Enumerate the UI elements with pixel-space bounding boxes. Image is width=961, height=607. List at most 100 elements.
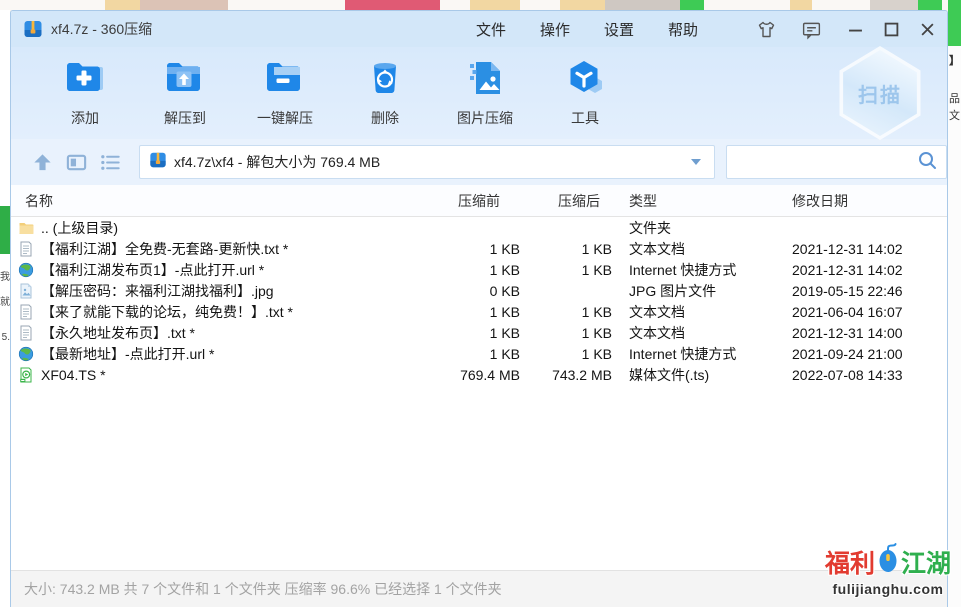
bg-text-fragment: 品: [949, 90, 960, 106]
delete-button[interactable]: 删除: [335, 58, 435, 128]
menu-file[interactable]: 文件: [476, 19, 506, 40]
delete-icon: [362, 58, 408, 103]
list-view-icon[interactable]: [99, 151, 122, 174]
tools-button[interactable]: 工具: [535, 58, 635, 128]
image-file-icon: [18, 283, 34, 299]
image-compress-icon: [462, 58, 508, 103]
extract-to-button[interactable]: 解压到: [135, 58, 235, 128]
skin-theme-icon[interactable]: [756, 19, 777, 40]
table-row[interactable]: 【永久地址发布页】.txt * 1 KB 1 KB 文本文档 2021-12-3…: [11, 322, 947, 343]
column-header-name[interactable]: 名称: [11, 191, 446, 211]
column-header-compressed[interactable]: 压缩后: [524, 191, 616, 211]
table-row[interactable]: .. (上级目录) 文件夹: [11, 217, 947, 238]
search-icon[interactable]: [917, 150, 937, 175]
media-file-icon: [18, 367, 34, 383]
close-icon[interactable]: [920, 22, 935, 37]
column-header-date[interactable]: 修改日期: [782, 191, 947, 211]
one-key-extract-label: 一键解压: [257, 108, 313, 128]
bg-green-badge: [948, 0, 961, 46]
menu-settings[interactable]: 设置: [604, 19, 634, 40]
titlebar-action-icons: [756, 19, 822, 40]
navigation-bar: xf4.7z\xf4 - 解包大小为 769.4 MB: [11, 139, 947, 185]
url-globe-icon: [18, 346, 34, 362]
file-name: 【福利江湖】全免费-无套路-更新快.txt *: [41, 239, 288, 259]
one-key-extract-icon: [262, 58, 308, 103]
text-file-icon: [18, 241, 34, 257]
table-header: 名称 压缩前 压缩后 类型 修改日期: [11, 185, 947, 217]
bg-thumbnail: [560, 0, 605, 10]
search-box: [726, 145, 947, 179]
watermark-domain: fulijianghu.com: [825, 581, 951, 597]
status-text: 大小: 743.2 MB 共 7 个文件和 1 个文件夹 压缩率 96.6% 已…: [24, 579, 502, 599]
image-compress-button[interactable]: 图片压缩: [435, 58, 535, 128]
bg-thumbnail: [470, 0, 520, 10]
tools-label: 工具: [571, 108, 599, 128]
scan-label: 扫描: [858, 79, 902, 108]
bg-text-fragment: 】: [949, 52, 960, 68]
watermark-text-right: 江湖: [901, 544, 951, 580]
image-compress-label: 图片压缩: [457, 108, 513, 128]
address-dropdown-icon[interactable]: [682, 148, 710, 176]
up-directory-icon[interactable]: [31, 151, 54, 174]
table-row[interactable]: 【福利江湖发布页1】-点此打开.url * 1 KB 1 KB Internet…: [11, 259, 947, 280]
mouse-icon: [876, 543, 900, 580]
bg-text-fragment: 5.: [2, 332, 10, 343]
watermark-logo: 福利 江湖 fulijianghu.com: [825, 543, 951, 597]
desktop-background-right: 】 品 文: [948, 0, 961, 607]
delete-label: 删除: [371, 108, 399, 128]
tools-icon: [562, 58, 608, 103]
file-list: .. (上级目录) 文件夹 【福利江湖】全免费-无套路-更新快.txt * 1 …: [11, 217, 947, 570]
minimize-icon[interactable]: [848, 22, 863, 37]
table-row[interactable]: 【最新地址】-点此打开.url * 1 KB 1 KB Internet 快捷方…: [11, 343, 947, 364]
text-file-icon: [18, 304, 34, 320]
table-row[interactable]: 【福利江湖】全免费-无套路-更新快.txt * 1 KB 1 KB 文本文档 2…: [11, 238, 947, 259]
search-input[interactable]: [736, 154, 917, 170]
table-row[interactable]: 【解压密码：来福利江湖找福利】.jpg 0 KB JPG 图片文件 2019-0…: [11, 280, 947, 301]
bg-green-bar: [0, 206, 10, 254]
desktop-background-strip: [0, 0, 961, 10]
text-file-icon: [18, 325, 34, 341]
toolbar: 添加 解压到 一键解压 删除 图片压缩: [11, 47, 947, 139]
scan-badge-inner: 扫描: [839, 50, 921, 136]
window-controls: [848, 22, 935, 37]
folder-icon: [18, 220, 34, 236]
maximize-icon[interactable]: [884, 22, 899, 37]
menu-operation[interactable]: 操作: [540, 19, 570, 40]
bg-thumbnail: [140, 0, 228, 10]
file-name: 【来了就能下载的论坛，纯免费！】.txt *: [41, 302, 293, 322]
extract-to-icon: [162, 58, 208, 103]
extract-to-label: 解压到: [164, 108, 206, 128]
window-title: xf4.7z - 360压缩: [51, 19, 152, 39]
address-bar[interactable]: xf4.7z\xf4 - 解包大小为 769.4 MB: [139, 145, 715, 179]
one-key-extract-button[interactable]: 一键解压: [235, 58, 335, 128]
scan-badge[interactable]: 扫描: [835, 46, 925, 140]
bg-text-fragment: ,我: [0, 268, 10, 283]
column-header-packed[interactable]: 压缩前: [446, 191, 524, 211]
archive-file-icon: [149, 151, 167, 174]
bg-text-fragment: 就: [0, 293, 10, 308]
file-name: .. (上级目录): [41, 218, 118, 238]
bg-thumbnail: [345, 0, 440, 10]
bg-text-fragment: 文: [949, 107, 960, 123]
menu-help[interactable]: 帮助: [668, 19, 698, 40]
bg-thumbnail: [790, 0, 812, 10]
column-header-type[interactable]: 类型: [616, 191, 782, 211]
add-folder-icon: [62, 58, 108, 103]
bg-thumbnail: [105, 0, 140, 10]
add-button[interactable]: 添加: [35, 58, 135, 128]
file-name: XF04.TS *: [41, 367, 106, 383]
file-name: 【福利江湖发布页1】-点此打开.url *: [41, 260, 264, 280]
bg-thumbnail: [680, 0, 704, 10]
bg-thumbnail: [605, 0, 680, 10]
table-row[interactable]: 【来了就能下载的论坛，纯免费！】.txt * 1 KB 1 KB 文本文档 20…: [11, 301, 947, 322]
bg-thumbnail: [918, 0, 942, 10]
feedback-icon[interactable]: [801, 19, 822, 40]
archive-app-icon: [23, 19, 43, 39]
table-row[interactable]: XF04.TS * 769.4 MB 743.2 MB 媒体文件(.ts) 20…: [11, 364, 947, 385]
menu-bar: 文件 操作 设置 帮助: [476, 19, 698, 40]
file-name: 【解压密码：来福利江湖找福利】.jpg: [41, 281, 274, 301]
desktop-background-left: ,我 就 5.: [0, 10, 10, 607]
add-label: 添加: [71, 108, 99, 128]
preview-pane-icon[interactable]: [65, 151, 88, 174]
app-window: xf4.7z - 360压缩 文件 操作 设置 帮助: [10, 10, 948, 607]
